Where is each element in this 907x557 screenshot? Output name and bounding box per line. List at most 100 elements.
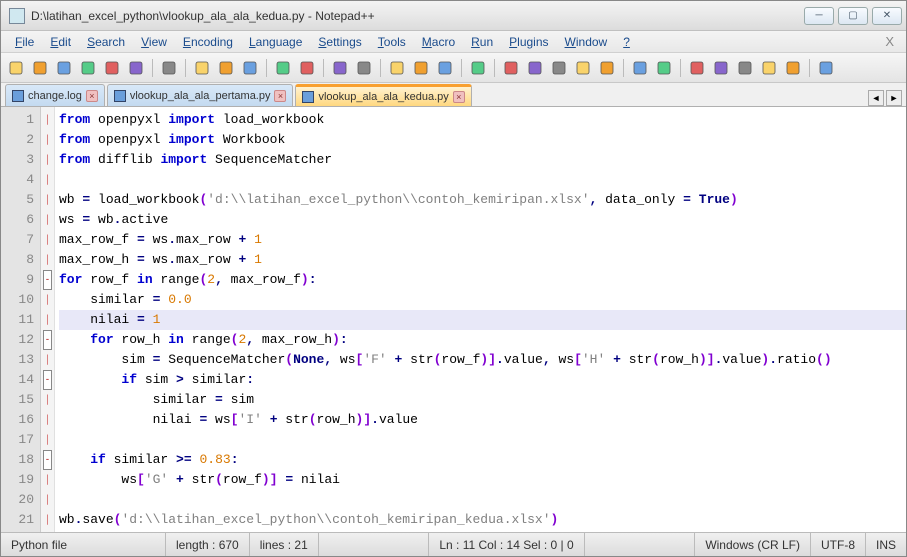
code-line[interactable]: for row_h in range(2, max_row_h): <box>59 330 906 350</box>
code-line[interactable] <box>59 490 906 510</box>
line-number: 11 <box>1 310 34 330</box>
toolbar-open-button[interactable] <box>29 57 51 79</box>
toolbar-find-button[interactable] <box>329 57 351 79</box>
toolbar-print-button[interactable] <box>158 57 180 79</box>
fold-toggle[interactable]: - <box>41 370 54 390</box>
toolbar-play2-button[interactable] <box>734 57 756 79</box>
menu-close-doc[interactable]: X <box>879 32 900 51</box>
fold-line: │ <box>41 390 54 410</box>
code-line[interactable] <box>59 430 906 450</box>
toolbar-bookmark-button[interactable] <box>629 57 651 79</box>
tab-1[interactable]: vlookup_ala_ala_pertama.py× <box>107 84 294 106</box>
toolbar-redo-button[interactable] <box>296 57 318 79</box>
menu-macro[interactable]: Macro <box>414 32 463 52</box>
menu-run[interactable]: Run <box>463 32 501 52</box>
toolbar-wrap-button[interactable] <box>467 57 489 79</box>
statusbar: Python file length : 670 lines : 21 Ln :… <box>1 532 906 556</box>
tab-close-icon[interactable]: × <box>453 91 465 103</box>
code-line[interactable]: max_row_f = ws.max_row + 1 <box>59 230 906 250</box>
code-line[interactable]: max_row_h = ws.max_row + 1 <box>59 250 906 270</box>
status-language: Python file <box>1 533 166 556</box>
tab-close-icon[interactable]: × <box>86 90 98 102</box>
line-number: 5 <box>1 190 34 210</box>
code-line[interactable]: similar = 0.0 <box>59 290 906 310</box>
code-line[interactable]: from openpyxl import Workbook <box>59 130 906 150</box>
maximize-button[interactable]: ▢ <box>838 7 868 25</box>
toolbar-zoom-out-button[interactable] <box>410 57 432 79</box>
toolbar-stop-button[interactable] <box>782 57 804 79</box>
menu-encoding[interactable]: Encoding <box>175 32 241 52</box>
menu-edit[interactable]: Edit <box>42 32 79 52</box>
menu-view[interactable]: View <box>133 32 175 52</box>
status-position: Ln : 11 Col : 14 Sel : 0 | 0 <box>429 533 584 556</box>
code-line[interactable]: nilai = ws['I' + str(row_h)].value <box>59 410 906 430</box>
tab-2[interactable]: vlookup_ala_ala_kedua.py× <box>295 84 471 106</box>
menu-settings[interactable]: Settings <box>310 32 369 52</box>
code-line[interactable]: if sim > similar: <box>59 370 906 390</box>
menu-file[interactable]: File <box>7 32 42 52</box>
toolbar-undo-button[interactable] <box>272 57 294 79</box>
file-icon <box>302 91 314 103</box>
toolbar-save-button[interactable] <box>53 57 75 79</box>
menu-plugins[interactable]: Plugins <box>501 32 556 52</box>
close-button[interactable]: ✕ <box>872 7 902 25</box>
toolbar-save-all-button[interactable] <box>77 57 99 79</box>
toolbar-cut-button[interactable] <box>191 57 213 79</box>
toolbar-close-all-button[interactable] <box>125 57 147 79</box>
menu-window[interactable]: Window <box>557 32 616 52</box>
tab-scroll-left[interactable]: ◄ <box>868 90 884 106</box>
code-line[interactable]: similar = sim <box>59 390 906 410</box>
menu-tools[interactable]: Tools <box>370 32 414 52</box>
code-line[interactable]: from difflib import SequenceMatcher <box>59 150 906 170</box>
toolbar-sync-button[interactable] <box>434 57 456 79</box>
code-line[interactable]: if similar >= 0.83: <box>59 450 906 470</box>
fold-line: │ <box>41 430 54 450</box>
tab-0[interactable]: change.log× <box>5 84 105 106</box>
toolbar-indent-button[interactable] <box>524 57 546 79</box>
tab-scroll-right[interactable]: ► <box>886 90 902 106</box>
code-line[interactable]: wb = load_workbook('d:\\latihan_excel_py… <box>59 190 906 210</box>
toolbar-close-button[interactable] <box>101 57 123 79</box>
code-line[interactable]: wb.save('d:\\latihan_excel_python\\conto… <box>59 510 906 530</box>
toolbar-comment-button[interactable] <box>596 57 618 79</box>
toolbar <box>1 53 906 83</box>
menu-search[interactable]: Search <box>79 32 133 52</box>
toolbar-play-button[interactable] <box>710 57 732 79</box>
code-line[interactable]: sim = SequenceMatcher(None, ws['F' + str… <box>59 350 906 370</box>
fold-toggle[interactable]: - <box>41 270 54 290</box>
toolbar-rec-button[interactable] <box>686 57 708 79</box>
toolbar-zoom-in-button[interactable] <box>386 57 408 79</box>
tab-close-icon[interactable]: × <box>274 90 286 102</box>
code-line[interactable]: ws = wb.active <box>59 210 906 230</box>
toolbar-func-button[interactable] <box>653 57 675 79</box>
code-line[interactable]: for row_f in range(2, max_row_f): <box>59 270 906 290</box>
toolbar-copy-button[interactable] <box>215 57 237 79</box>
code-line[interactable]: nilai = 1 <box>59 310 906 330</box>
line-number: 17 <box>1 430 34 450</box>
toolbar-abc-button[interactable] <box>815 57 837 79</box>
line-number: 3 <box>1 150 34 170</box>
menubar: FileEditSearchViewEncodingLanguageSettin… <box>1 31 906 53</box>
menu-language[interactable]: Language <box>241 32 310 52</box>
status-encoding: UTF-8 <box>811 533 866 556</box>
fold-column[interactable]: ││││││││-││-│-│││-│││ <box>41 107 55 532</box>
code-line[interactable] <box>59 170 906 190</box>
code-line[interactable]: ws['G' + str(row_f)] = nilai <box>59 470 906 490</box>
toolbar-replace-button[interactable] <box>353 57 375 79</box>
fold-toggle[interactable]: - <box>41 450 54 470</box>
editor[interactable]: 123456789101112131415161718192021 ││││││… <box>1 107 906 532</box>
fold-line: │ <box>41 210 54 230</box>
line-number: 15 <box>1 390 34 410</box>
toolbar-paste-button[interactable] <box>239 57 261 79</box>
menu-help[interactable]: ? <box>615 32 638 52</box>
status-eol: Windows (CR LF) <box>695 533 811 556</box>
toolbar-fold-button[interactable] <box>548 57 570 79</box>
toolbar-invis-button[interactable] <box>500 57 522 79</box>
code-line[interactable]: from openpyxl import load_workbook <box>59 110 906 130</box>
code-area[interactable]: from openpyxl import load_workbookfrom o… <box>55 107 906 532</box>
toolbar-play3-button[interactable] <box>758 57 780 79</box>
minimize-button[interactable]: ─ <box>804 7 834 25</box>
toolbar-new-button[interactable] <box>5 57 27 79</box>
toolbar-unfold-button[interactable] <box>572 57 594 79</box>
fold-toggle[interactable]: - <box>41 330 54 350</box>
